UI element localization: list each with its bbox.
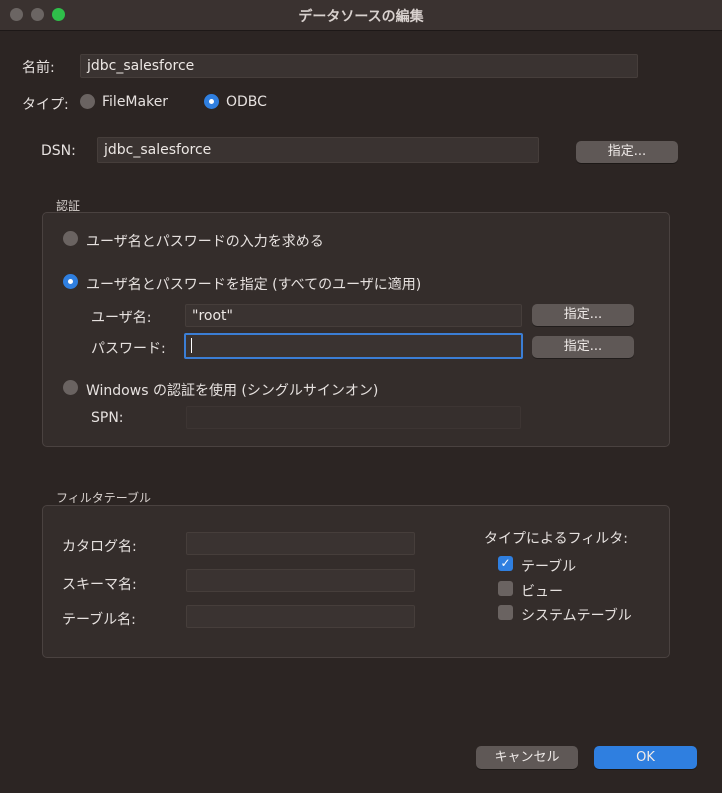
filter-view-checkbox[interactable]: [498, 581, 513, 596]
schema-label: スキーマ名:: [62, 577, 137, 593]
spn-input[interactable]: [186, 406, 521, 429]
username-label: ユーザ名:: [91, 310, 152, 326]
dsn-specify-button[interactable]: 指定...: [576, 141, 678, 163]
spn-label: SPN:: [91, 410, 124, 426]
text-cursor: [191, 337, 192, 353]
filter-table-label: テーブル: [521, 559, 577, 575]
edit-data-source-dialog: データソースの編集 名前: jdbc_salesforce タイプ: FileM…: [0, 0, 722, 793]
auth-windows-radio[interactable]: [63, 380, 78, 395]
ok-button[interactable]: OK: [594, 746, 697, 769]
password-specify-button[interactable]: 指定...: [532, 336, 634, 358]
auth-prompt-label: ユーザ名とパスワードの入力を求める: [86, 234, 324, 250]
filter-system-table-checkbox[interactable]: [498, 605, 513, 620]
dsn-label: DSN:: [41, 143, 76, 159]
username-input[interactable]: "root": [185, 304, 522, 327]
auth-specify-radio[interactable]: [63, 274, 78, 289]
dsn-input[interactable]: jdbc_salesforce: [97, 137, 539, 163]
type-odbc-label: ODBC: [226, 94, 267, 110]
filter-view-label: ビュー: [521, 584, 563, 600]
auth-windows-label: Windows の認証を使用 (シングルサインオン): [86, 383, 379, 399]
type-filter-label: タイプによるフィルタ:: [484, 531, 629, 547]
name-label: 名前:: [22, 60, 55, 76]
auth-specify-label: ユーザ名とパスワードを指定 (すべてのユーザに適用): [86, 277, 422, 293]
schema-input[interactable]: [186, 569, 415, 592]
title-bar: データソースの編集: [0, 0, 722, 31]
filter-section-label: フィルタテーブル: [56, 491, 152, 505]
catalog-input[interactable]: [186, 532, 415, 555]
password-label: パスワード:: [91, 341, 166, 357]
auth-prompt-radio[interactable]: [63, 231, 78, 246]
name-input[interactable]: jdbc_salesforce: [80, 54, 638, 78]
filter-system-table-label: システムテーブル: [521, 608, 632, 624]
catalog-label: カタログ名:: [62, 539, 137, 555]
type-odbc-radio[interactable]: [204, 94, 219, 109]
filter-table-checkbox[interactable]: ✓: [498, 556, 513, 571]
type-filemaker-radio[interactable]: [80, 94, 95, 109]
cancel-button[interactable]: キャンセル: [476, 746, 578, 769]
table-name-input[interactable]: [186, 605, 415, 628]
type-label: タイプ:: [22, 97, 69, 113]
table-name-label: テーブル名:: [62, 612, 136, 628]
window-title: データソースの編集: [298, 9, 424, 25]
username-specify-button[interactable]: 指定...: [532, 304, 634, 326]
type-filemaker-label: FileMaker: [102, 94, 169, 110]
password-input[interactable]: [184, 333, 523, 359]
